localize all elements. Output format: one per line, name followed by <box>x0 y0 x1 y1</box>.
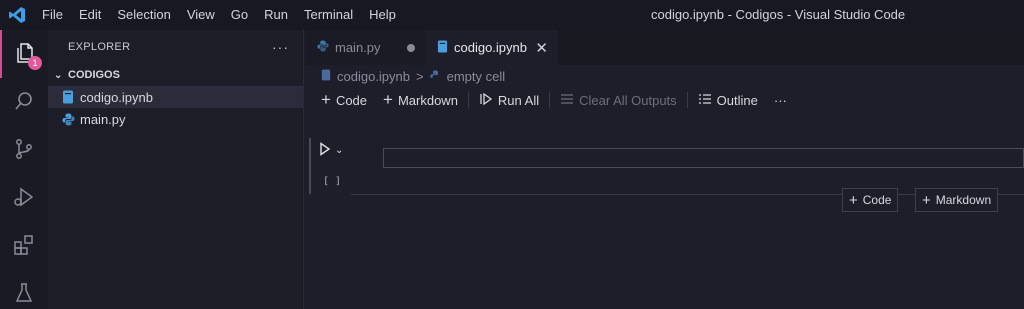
menu-run[interactable]: Run <box>256 0 296 30</box>
outline-button[interactable]: Outline <box>690 93 766 108</box>
unsaved-dot-icon[interactable] <box>407 43 415 52</box>
add-code-cell-button[interactable]: + Code <box>313 90 375 110</box>
source-control-icon <box>12 137 36 164</box>
testing-activity-button[interactable] <box>0 270 48 309</box>
toolbar-divider <box>467 92 469 108</box>
clear-all-outputs-label: Clear All Outputs <box>579 92 677 108</box>
menu-bar: File Edit Selection View Go Run Terminal… <box>34 0 404 30</box>
cell-gutter: ⌄ [ ] <box>309 138 351 194</box>
plus-icon: + <box>849 191 858 209</box>
menu-help[interactable]: Help <box>361 0 404 30</box>
menu-terminal[interactable]: Terminal <box>296 0 361 30</box>
breadcrumb-separator: > <box>416 68 424 84</box>
outline-label: Outline <box>716 92 758 108</box>
tab-label: codigo.ipynb <box>454 40 527 55</box>
chevron-down-icon[interactable]: ⌄ <box>335 145 343 156</box>
code-cell-editor[interactable] <box>383 148 1024 168</box>
search-icon <box>12 89 36 116</box>
explorer-badge: 1 <box>28 56 42 70</box>
file-codigo-ipynb[interactable]: codigo.ipynb <box>48 86 303 108</box>
plus-icon: + <box>383 90 393 109</box>
execution-count: [ ] <box>323 176 342 187</box>
folder-label: CODIGOS <box>68 69 120 81</box>
file-label: main.py <box>80 111 126 127</box>
python-file-icon <box>317 40 329 55</box>
list-icon <box>698 93 712 108</box>
insert-markdown-cell-button[interactable]: + Markdown <box>915 188 999 212</box>
tab-label-group: main.py <box>317 40 381 55</box>
clear-all-outputs-button[interactable]: Clear All Outputs <box>552 93 685 108</box>
menu-edit[interactable]: Edit <box>71 0 109 30</box>
folder-codigos[interactable]: ⌄ CODIGOS <box>48 64 303 86</box>
menu-go[interactable]: Go <box>223 0 256 30</box>
add-code-label: Code <box>335 92 368 108</box>
tab-codigo-ipynb[interactable]: codigo.ipynb ✕ <box>425 30 558 65</box>
add-markdown-label: Markdown <box>397 92 458 108</box>
explorer-title: EXPLORER <box>68 41 131 53</box>
breadcrumb-file[interactable]: codigo.ipynb <box>337 69 410 84</box>
plus-icon: + <box>321 90 331 109</box>
file-main-py[interactable]: main.py <box>48 108 303 130</box>
chevron-down-icon: ⌄ <box>54 69 63 81</box>
insert-code-label: Code <box>862 193 892 207</box>
vscode-logo-icon <box>0 0 34 30</box>
plus-icon: + <box>922 191 931 209</box>
explorer-activity-button[interactable]: 1 <box>0 30 48 78</box>
run-debug-icon <box>12 185 36 212</box>
run-all-button[interactable]: Run All <box>471 92 547 109</box>
breadcrumb: codigo.ipynb > empty cell <box>305 65 505 87</box>
source-control-activity-button[interactable] <box>0 126 48 174</box>
close-icon[interactable]: ✕ <box>535 39 548 57</box>
add-markdown-cell-button[interactable]: + Markdown <box>375 90 466 110</box>
run-all-label: Run All <box>497 92 540 108</box>
menu-file[interactable]: File <box>34 0 71 30</box>
notebook-toolbar: + Code + Markdown Run All Clear All Outp… <box>305 88 1024 112</box>
extensions-activity-button[interactable] <box>0 222 48 270</box>
toolbar-divider <box>686 92 688 108</box>
menu-view[interactable]: View <box>179 0 223 30</box>
notebook-file-icon <box>437 40 448 56</box>
clear-outputs-icon <box>560 93 574 108</box>
explorer-sidebar: EXPLORER ··· ⌄ CODIGOS codigo.ipynb main… <box>48 30 304 309</box>
breadcrumb-cell[interactable]: empty cell <box>447 69 506 84</box>
title-bar: File Edit Selection View Go Run Terminal… <box>0 0 1024 30</box>
insert-markdown-label: Markdown <box>935 193 992 207</box>
tab-label: main.py <box>335 40 381 55</box>
editor-tabs: main.py codigo.ipynb ✕ <box>305 30 1024 65</box>
run-all-icon <box>479 92 493 109</box>
activity-bar: 1 <box>0 30 48 309</box>
run-debug-activity-button[interactable] <box>0 174 48 222</box>
explorer-more-button[interactable]: ··· <box>272 39 289 55</box>
menu-selection[interactable]: Selection <box>109 0 178 30</box>
cell-icon <box>430 69 441 84</box>
run-cell-button[interactable]: ⌄ <box>319 142 343 159</box>
file-label: codigo.ipynb <box>80 89 153 105</box>
play-icon <box>319 142 331 159</box>
explorer-header: EXPLORER ··· <box>48 30 303 64</box>
extensions-icon <box>12 233 36 260</box>
tab-label-group: codigo.ipynb <box>437 40 527 56</box>
search-activity-button[interactable] <box>0 78 48 126</box>
insert-code-cell-button[interactable]: + Code <box>842 188 899 212</box>
python-file-icon <box>62 113 80 126</box>
flask-icon <box>12 281 36 308</box>
notebook-file-icon <box>321 69 331 84</box>
notebook-file-icon <box>62 90 80 104</box>
more-actions-button[interactable]: ··· <box>766 93 795 108</box>
tab-main-py[interactable]: main.py <box>305 30 425 65</box>
toolbar-divider <box>549 92 551 108</box>
